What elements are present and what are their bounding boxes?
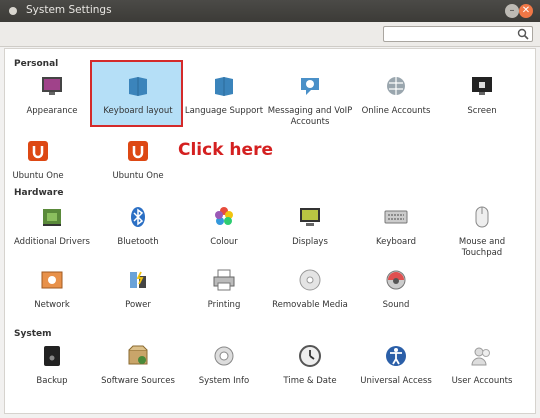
network-label: Network (34, 300, 70, 310)
screen-icon (472, 77, 492, 95)
power-icon (130, 271, 146, 288)
section-personal: Personal (14, 59, 59, 69)
window-menu-icon[interactable] (9, 7, 17, 15)
bluetooth-icon (131, 207, 145, 227)
system-settings-window: System Settings – ✕ Personal Hardware Sy… (0, 0, 540, 418)
language-support-label: Language Support (184, 106, 264, 116)
search-icon (517, 28, 529, 40)
software-sources-item[interactable]: Software Sources (95, 344, 181, 387)
mouse-label: Mouse and Touchpad (458, 237, 506, 258)
colour-item[interactable]: Colour (181, 205, 267, 248)
keyboard-layout-label: Keyboard layout (103, 106, 173, 116)
user-accounts-item[interactable]: User Accounts (439, 344, 525, 387)
network-icon (41, 271, 63, 289)
sound-item[interactable]: Sound (353, 268, 439, 311)
time-date-label: Time & Date (283, 376, 337, 386)
ubuntu-one-label-2: Ubuntu One (112, 171, 164, 181)
section-system: System (14, 329, 52, 339)
appearance-item[interactable]: Appearance (9, 74, 95, 117)
system-info-label: System Info (198, 376, 250, 386)
power-item[interactable]: Power (95, 268, 181, 311)
system-info-icon (214, 346, 234, 366)
user-accounts-label: User Accounts (451, 376, 513, 386)
backup-icon (44, 346, 60, 366)
mouse-icon (475, 206, 489, 228)
universal-access-label: Universal Access (360, 376, 432, 386)
mouse-item[interactable]: Mouse and Touchpad (439, 205, 525, 259)
printing-icon (213, 269, 235, 291)
ubuntu-one-item-1[interactable]: Ubuntu One (0, 139, 81, 182)
ubuntu-one-icon (28, 141, 48, 161)
colour-icon (215, 207, 233, 225)
sound-label: Sound (382, 300, 410, 310)
screen-label: Screen (467, 106, 497, 116)
colour-label: Colour (210, 237, 238, 247)
displays-item[interactable]: Displays (267, 205, 353, 248)
displays-label: Displays (292, 237, 328, 247)
close-button[interactable]: ✕ (519, 4, 533, 18)
software-sources-icon (128, 345, 148, 365)
appearance-label: Appearance (26, 106, 78, 116)
removable-media-label: Removable Media (272, 300, 348, 310)
printing-item[interactable]: Printing (181, 268, 267, 311)
user-accounts-icon (471, 347, 490, 366)
section-hardware: Hardware (14, 188, 64, 198)
network-item[interactable]: Network (9, 268, 95, 311)
online-accounts-item[interactable]: Online Accounts (353, 74, 439, 117)
bluetooth-label: Bluetooth (117, 237, 159, 247)
additional-drivers-item[interactable]: Additional Drivers (9, 205, 95, 248)
universal-access-item[interactable]: Universal Access (353, 344, 439, 387)
click-here-annotation: Click here (178, 140, 273, 160)
title-bar: System Settings – ✕ (0, 0, 540, 22)
window-title: System Settings (26, 4, 112, 16)
system-info-item[interactable]: System Info (181, 344, 267, 387)
online-accounts-label: Online Accounts (361, 106, 431, 116)
ubuntu-one-item-2[interactable]: Ubuntu One (95, 139, 181, 182)
displays-icon (300, 208, 320, 226)
backup-item[interactable]: Backup (9, 344, 95, 387)
keyboard-layout-item[interactable]: Keyboard layout (95, 74, 181, 117)
keyboard-icon (384, 210, 408, 224)
clock-icon (299, 345, 321, 367)
keyboard-label: Keyboard (376, 237, 416, 247)
language-support-icon (215, 77, 233, 96)
messaging-item[interactable]: Messaging and VoIP Accounts (267, 74, 353, 128)
additional-drivers-label: Additional Drivers (14, 237, 90, 247)
printing-label: Printing (207, 300, 241, 310)
messaging-icon (301, 78, 319, 95)
time-date-item[interactable]: Time & Date (267, 344, 353, 387)
additional-drivers-icon (43, 209, 61, 226)
minimize-button[interactable]: – (505, 4, 519, 18)
keyboard-item[interactable]: Keyboard (353, 205, 439, 248)
ubuntu-one-label-1: Ubuntu One (12, 171, 64, 181)
universal-access-icon (386, 346, 406, 366)
search-input[interactable] (383, 26, 533, 42)
appearance-icon (42, 77, 62, 95)
language-support-item[interactable]: Language Support (181, 74, 267, 117)
software-sources-label: Software Sources (101, 376, 175, 386)
online-accounts-icon (387, 77, 405, 95)
removable-media-icon (299, 269, 321, 291)
backup-label: Backup (36, 376, 68, 386)
screen-item[interactable]: Screen (439, 74, 525, 117)
power-label: Power (125, 300, 151, 310)
messaging-label: Messaging and VoIP Accounts (267, 106, 353, 127)
bluetooth-item[interactable]: Bluetooth (95, 205, 181, 248)
removable-media-item[interactable]: Removable Media (267, 268, 353, 311)
sound-icon (386, 270, 406, 290)
keyboard-layout-icon (129, 77, 147, 96)
ubuntu-one-icon (128, 141, 148, 161)
